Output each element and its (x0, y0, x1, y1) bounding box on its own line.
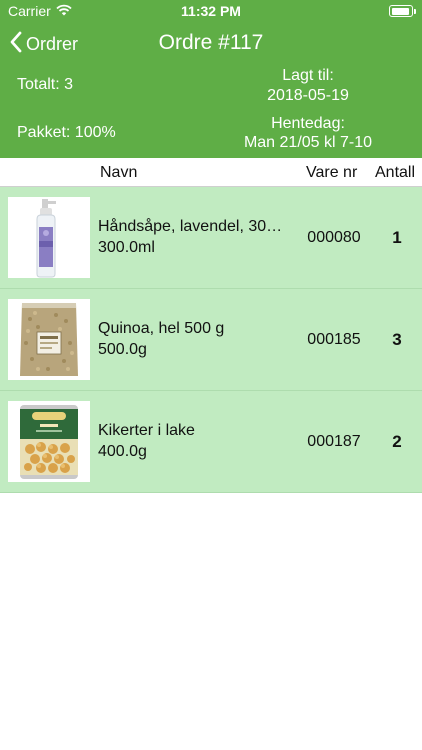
status-time: 11:32 PM (181, 3, 241, 19)
item-name: Kikerter i lake (98, 422, 195, 439)
item-size: 300.0ml (98, 239, 155, 256)
soap-bottle-icon (8, 197, 90, 278)
column-header-quantity: Antall (375, 164, 416, 181)
total-count: Totalt: 3 (17, 76, 74, 93)
item-quantity: 1 (392, 228, 402, 247)
pickup-value: Man 21/05 kl 7-10 (243, 134, 373, 151)
table-row[interactable]: Håndsåpe, lavendel, 300.0ml 300.0ml 0000… (0, 187, 422, 289)
battery-icon (389, 5, 416, 17)
product-image (8, 299, 90, 380)
order-header: Carrier 11:32 PM Ordrer Ordre #117 Total… (0, 0, 422, 158)
table-row[interactable]: Kikerter i lake 400.0g 000187 2 (0, 391, 422, 493)
item-quantity: 2 (392, 432, 402, 451)
item-number: 000185 (307, 331, 361, 348)
item-name: Håndsåpe, lavendel, 300.0ml (98, 218, 290, 235)
battery-level (391, 7, 409, 15)
product-image (8, 401, 90, 482)
order-items-list: Håndsåpe, lavendel, 300.0ml 300.0ml 0000… (0, 187, 422, 493)
status-bar: Carrier 11:32 PM (0, 0, 422, 22)
column-header-item-no: Vare nr (306, 164, 358, 181)
table-row[interactable]: Quinoa, hel 500 g 500.0g 000185 3 (0, 289, 422, 391)
packed-status: Pakket: 100% (17, 124, 116, 141)
item-size: 500.0g (98, 341, 147, 358)
chickpea-can-icon (8, 401, 90, 482)
added-date: 2018-05-19 (267, 87, 349, 104)
item-number: 000080 (307, 229, 361, 246)
item-name: Quinoa, hel 500 g (98, 320, 225, 337)
item-quantity: 3 (392, 330, 402, 349)
item-number: 000187 (307, 433, 361, 450)
table-header: Navn Vare nr Antall (0, 158, 422, 187)
product-image (8, 197, 90, 278)
added-label: Lagt til: (282, 67, 334, 84)
quinoa-bag-icon (8, 299, 90, 380)
column-header-name: Navn (100, 164, 138, 181)
item-size: 400.0g (98, 443, 147, 460)
page-title: Ordre #117 (158, 31, 264, 54)
pickup-label: Hentedag: (271, 115, 345, 132)
